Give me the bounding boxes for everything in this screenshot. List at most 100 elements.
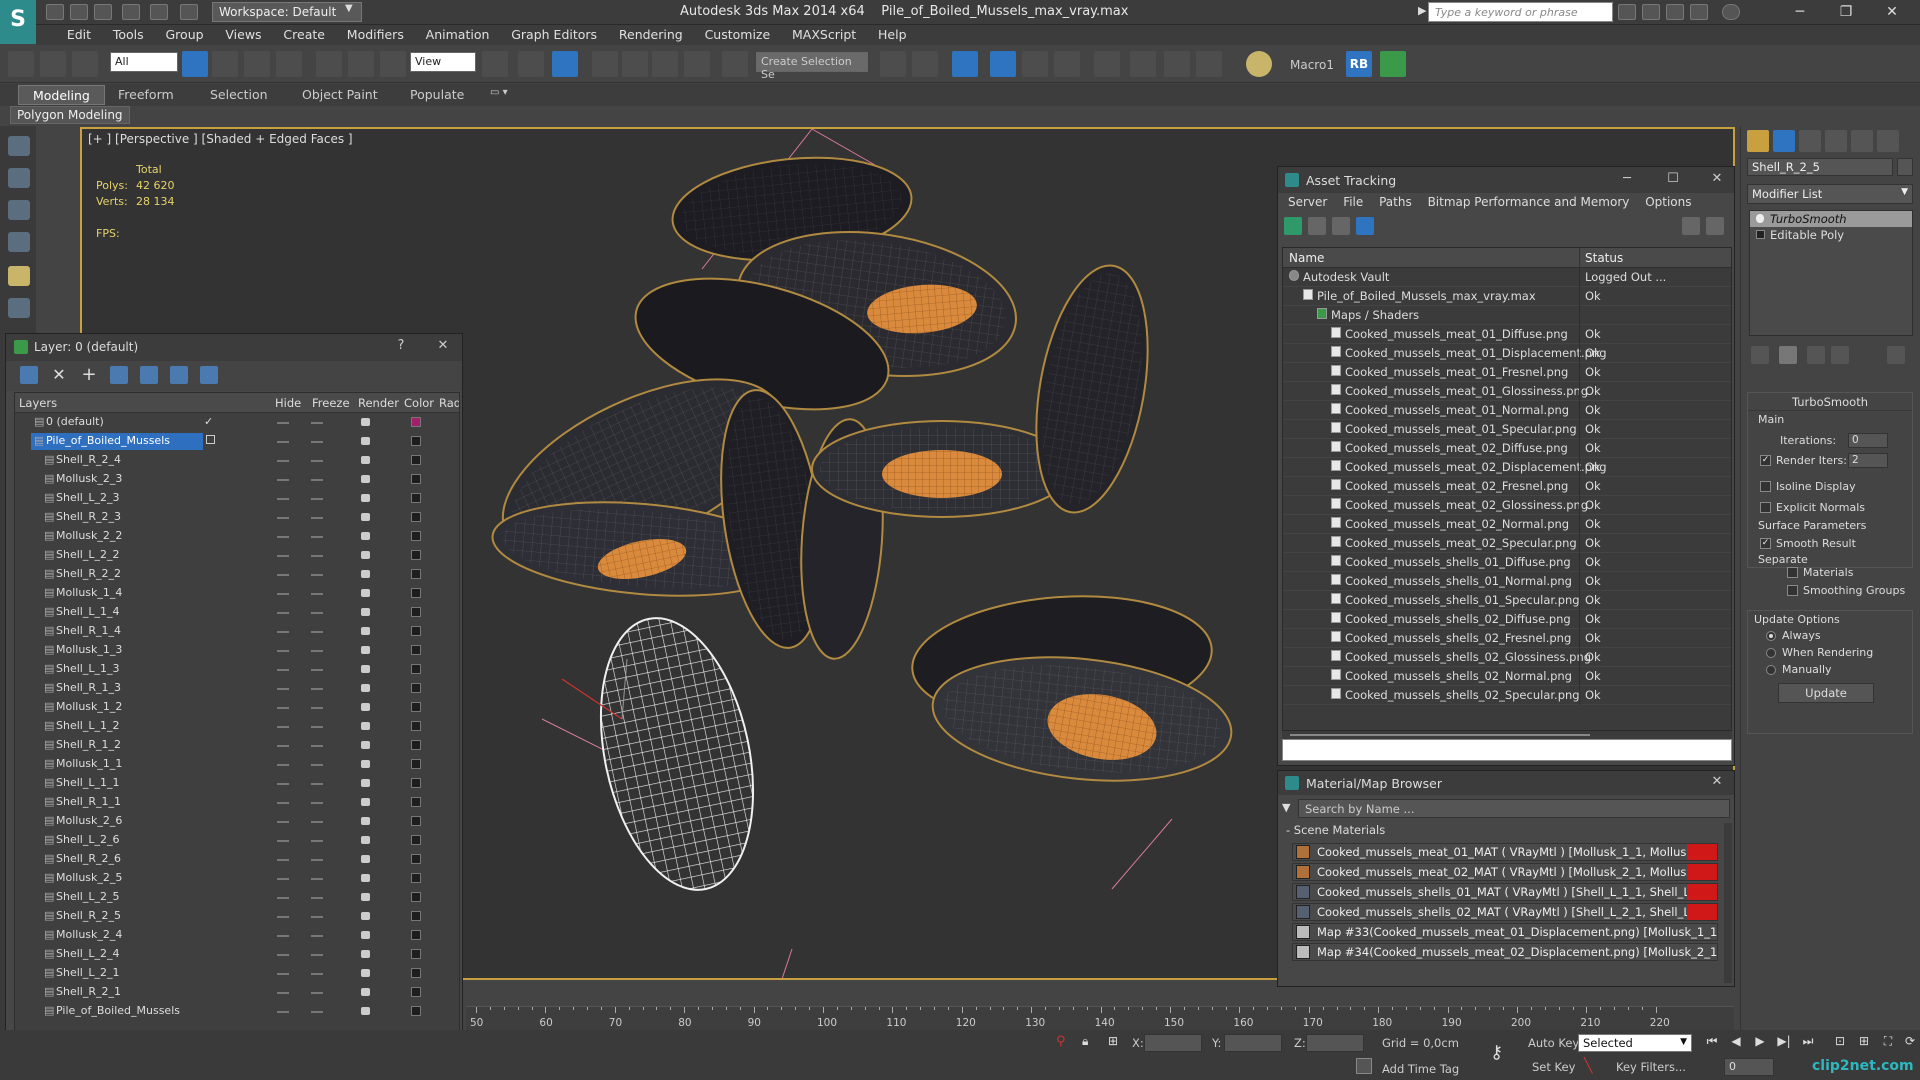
search-expand-icon[interactable]: ▶: [1418, 4, 1426, 17]
layer-color-swatch[interactable]: [411, 550, 421, 560]
col-name[interactable]: Name: [1289, 251, 1324, 265]
render-teapot-icon[interactable]: [361, 684, 370, 692]
freeze-toggle[interactable]: [311, 574, 323, 576]
render-teapot-icon[interactable]: [361, 779, 370, 787]
spinner-snap-icon[interactable]: [684, 51, 710, 77]
render-teapot-icon[interactable]: [361, 855, 370, 863]
freeze-toggle[interactable]: [311, 821, 323, 823]
layer-color-swatch[interactable]: [411, 664, 421, 674]
configure-modifier-sets-icon[interactable]: [1887, 346, 1905, 364]
layer-name[interactable]: Shell_R_1_2: [53, 737, 124, 754]
render-teapot-icon[interactable]: [361, 646, 370, 654]
layer-color-swatch[interactable]: [411, 702, 421, 712]
scene-explorer-icon[interactable]: [8, 168, 30, 188]
asset-row[interactable]: Cooked_mussels_meat_02_Normal.png Ok: [1283, 515, 1731, 534]
pin-stack-icon[interactable]: [1751, 346, 1769, 364]
layer-row[interactable]: ▤ Mollusk_2_5: [15, 869, 459, 888]
workspace-dropdown[interactable]: Workspace: Default: [212, 2, 362, 22]
layer-color-swatch[interactable]: [411, 911, 421, 921]
render-teapot-icon[interactable]: [361, 456, 370, 464]
layer-row[interactable]: ▤ Shell_L_1_4: [15, 603, 459, 622]
render-teapot-icon[interactable]: [361, 893, 370, 901]
layer-row[interactable]: ▤ Pile_of_Boiled_Mussels: [15, 1002, 459, 1021]
freeze-toggle[interactable]: [311, 726, 323, 728]
favorites-star-icon[interactable]: [1690, 4, 1708, 20]
layer-row[interactable]: ▤ Mollusk_1_3: [15, 641, 459, 660]
hide-toggle[interactable]: [277, 726, 289, 728]
render-teapot-icon[interactable]: [361, 950, 370, 958]
asset-row[interactable]: Cooked_mussels_meat_01_Normal.png Ok: [1283, 401, 1731, 420]
rendered-frame-window-icon[interactable]: [1164, 51, 1190, 77]
hierarchy-tab-icon[interactable]: [1799, 130, 1821, 152]
create-layer-icon[interactable]: [20, 366, 38, 384]
link-icon[interactable]: [8, 51, 34, 77]
layer-name[interactable]: Shell_R_2_3: [53, 509, 124, 526]
layer-name[interactable]: Shell_R_1_1: [53, 794, 124, 811]
freeze-toggle[interactable]: [311, 992, 323, 994]
col-layers[interactable]: Layers: [19, 396, 57, 410]
stack-item-editable-poly[interactable]: Editable Poly: [1750, 227, 1912, 243]
freeze-toggle[interactable]: [311, 650, 323, 652]
layer-color-swatch[interactable]: [411, 854, 421, 864]
hide-all-icon[interactable]: [170, 366, 188, 384]
display-tab-icon[interactable]: [1851, 130, 1873, 152]
freeze-toggle[interactable]: [311, 859, 323, 861]
update-manually-radio[interactable]: [1766, 665, 1776, 675]
tab-object-paint[interactable]: Object Paint: [302, 87, 378, 102]
render-teapot-icon[interactable]: [361, 817, 370, 825]
hide-toggle[interactable]: [277, 954, 289, 956]
material-item[interactable]: Map #34(Cooked_mussels_meat_02_Displacem…: [1292, 943, 1718, 961]
highlight-layer-icon[interactable]: [140, 366, 158, 384]
layer-name[interactable]: Pile_of_Boiled_Mussels: [53, 1003, 183, 1020]
refresh-icon[interactable]: [1284, 217, 1302, 235]
layer-color-swatch[interactable]: [411, 531, 421, 541]
ribbon-options-icon[interactable]: ▭ ▾: [490, 87, 508, 98]
teapot-icon[interactable]: [8, 136, 30, 156]
zoom-extents-icon[interactable]: ⊡: [1830, 1034, 1850, 1052]
layer-manager-icon[interactable]: [952, 51, 978, 77]
update-always-radio[interactable]: [1766, 631, 1776, 641]
layer-name[interactable]: Mollusk_2_3: [53, 471, 125, 488]
isolate-icon[interactable]: ⚲: [1056, 1034, 1066, 1049]
layer-name[interactable]: Shell_L_1_1: [53, 775, 122, 792]
motion-tab-icon[interactable]: [1825, 130, 1847, 152]
freeze-toggle[interactable]: [311, 517, 323, 519]
isoline-display-checkbox[interactable]: [1760, 481, 1771, 492]
update-when-rendering-radio[interactable]: [1766, 648, 1776, 658]
modify-tab-icon[interactable]: [1773, 130, 1795, 152]
render-iters-spinner[interactable]: 2: [1848, 453, 1888, 468]
layer-color-swatch[interactable]: [411, 512, 421, 522]
layer-row[interactable]: ▤ Shell_L_2_3: [15, 489, 459, 508]
asset-row[interactable]: Cooked_mussels_meat_01_Diffuse.png Ok: [1283, 325, 1731, 344]
scene-materials-header[interactable]: - Scene Materials: [1286, 823, 1385, 837]
layer-row[interactable]: ▤ Mollusk_2_6: [15, 812, 459, 831]
layer-row[interactable]: ▤ Shell_R_2_6: [15, 850, 459, 869]
material-scrollbar[interactable]: [1724, 823, 1732, 983]
z-coordinate-field[interactable]: [1306, 1034, 1364, 1052]
layer-color-swatch[interactable]: [411, 778, 421, 788]
explicit-normals-checkbox[interactable]: [1760, 502, 1771, 513]
layer-name[interactable]: Mollusk_2_5: [53, 870, 125, 887]
render-teapot-icon[interactable]: [361, 760, 370, 768]
layer-row[interactable]: ▤ Shell_R_2_3: [15, 508, 459, 527]
layer-row[interactable]: ▤ Shell_R_2_4: [15, 451, 459, 470]
layer-color-swatch[interactable]: [411, 873, 421, 883]
material-editor-icon[interactable]: [1094, 51, 1120, 77]
freeze-toggle[interactable]: [311, 764, 323, 766]
rectangle-selection-icon[interactable]: [244, 51, 270, 77]
zoom-all-icon[interactable]: ⊞: [1854, 1034, 1874, 1052]
layer-color-swatch[interactable]: [411, 740, 421, 750]
delete-layer-icon[interactable]: ✕: [50, 366, 68, 384]
col-status[interactable]: Status: [1585, 251, 1623, 265]
modifier-list-dropdown[interactable]: Modifier List ▼: [1747, 184, 1913, 204]
layer-row[interactable]: ▤ Shell_L_2_1: [15, 964, 459, 983]
new-file-icon[interactable]: [46, 4, 64, 20]
col-freeze[interactable]: Freeze: [312, 396, 350, 410]
maximize-icon[interactable]: ❐: [1826, 2, 1866, 22]
col-hide[interactable]: Hide: [275, 396, 301, 410]
render-teapot-icon[interactable]: [361, 969, 370, 977]
layer-color-swatch[interactable]: [411, 493, 421, 503]
asset-row[interactable]: Cooked_mussels_shells_01_Normal.png Ok: [1283, 572, 1731, 591]
rotate-icon[interactable]: [348, 51, 374, 77]
binoculars-icon[interactable]: [1618, 4, 1636, 20]
